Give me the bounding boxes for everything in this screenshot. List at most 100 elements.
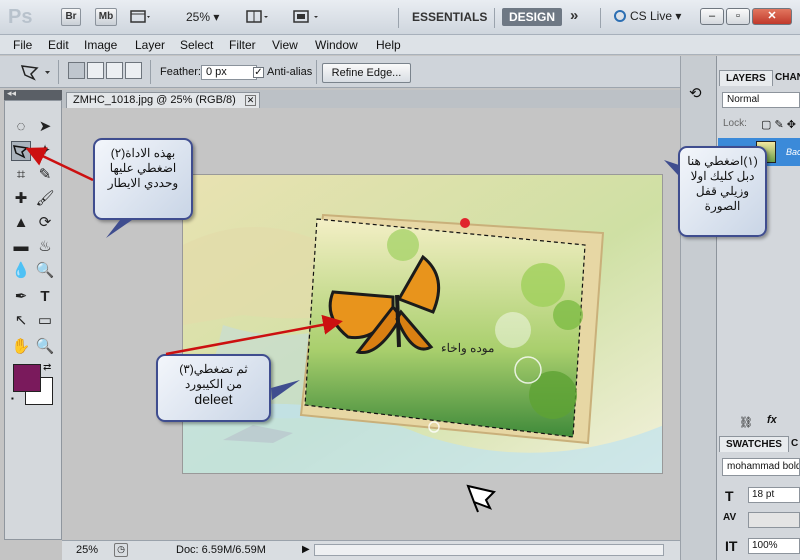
butterfly-photo	[183, 175, 662, 473]
document-image[interactable]: موده واخاء	[182, 174, 663, 474]
layer-name[interactable]: Bac	[786, 147, 800, 157]
eraser-tool[interactable]: ▬	[11, 237, 31, 257]
bridge-button[interactable]: Br	[61, 8, 81, 26]
clone-stamp-tool[interactable]: ▲	[11, 213, 31, 233]
menu-layer[interactable]: Layer	[135, 38, 165, 52]
font-family-field[interactable]: mohammad bold	[722, 458, 800, 476]
blur-tool[interactable]: 💧	[11, 261, 31, 281]
callout-step-3-line-2: من الكيبورد	[184, 377, 243, 391]
tab-swatches[interactable]: SWATCHES	[719, 436, 789, 452]
lasso-cursor-icon	[466, 484, 496, 513]
more-workspaces-button[interactable]: »	[570, 7, 578, 24]
workspace-essentials[interactable]: ESSENTIALS	[412, 10, 487, 24]
status-info-icon[interactable]: ◷	[114, 543, 128, 557]
view-extras-button[interactable]	[130, 9, 152, 25]
layer-link-icon[interactable]: ⛓	[739, 416, 753, 429]
paint-bucket-tool[interactable]: ♨	[35, 237, 55, 257]
view-extras-icon	[130, 10, 150, 23]
menu-edit[interactable]: Edit	[48, 38, 69, 52]
menu-select[interactable]: Select	[180, 38, 213, 52]
cs-live-menu[interactable]: CS Live ▾	[614, 9, 681, 23]
refine-edge-button[interactable]: Refine Edge...	[322, 63, 411, 83]
subtract-from-selection-mode[interactable]	[106, 62, 123, 79]
feather-input[interactable]: 0 px	[201, 65, 257, 80]
tab-character[interactable]: C	[785, 436, 800, 451]
font-size-icon: T	[725, 488, 734, 504]
menu-view[interactable]: View	[272, 38, 298, 52]
close-document-icon[interactable]: ✕	[245, 95, 256, 106]
workspace-design[interactable]: DESIGN	[502, 8, 563, 26]
screen-mode-icon	[293, 10, 318, 23]
foreground-color-swatch[interactable]	[13, 364, 41, 392]
hand-tool[interactable]: ✋	[11, 337, 31, 357]
pen-tool[interactable]: ✒	[11, 287, 31, 307]
healing-brush-tool[interactable]: ✚	[11, 189, 31, 209]
mini-bridge-button[interactable]: Mb	[95, 8, 117, 26]
application-bar: Ps Br Mb 25% ▾ ESSENTIALS DESIGN » CS Li…	[0, 0, 800, 35]
vertical-scale-field[interactable]: 100%	[748, 538, 800, 554]
appbar-separator	[600, 8, 601, 28]
tab-layers[interactable]: LAYERS	[719, 70, 773, 86]
polygonal-lasso-tool[interactable]	[11, 141, 31, 161]
callout-step-3-line-1: ثم تضغطي(٣)	[179, 362, 248, 376]
restore-button[interactable]: ▫	[726, 8, 750, 25]
document-size-info: Doc: 6.59M/6.59M	[176, 544, 266, 556]
layer-fx-icon[interactable]: fx	[767, 414, 777, 426]
dodge-tool[interactable]: 🔍	[35, 261, 55, 281]
chevron-down-icon: ▾	[675, 9, 682, 23]
history-panel-icon[interactable]: ⟲	[689, 84, 702, 102]
new-selection-mode[interactable]	[68, 62, 85, 79]
callout-step-3: ثم تضغطي(٣) من الكيبورد deleet	[156, 354, 271, 422]
menu-help[interactable]: Help	[376, 38, 401, 52]
cs-live-icon	[614, 10, 626, 22]
anti-alias-checkbox[interactable]: ✓	[253, 67, 264, 78]
default-colors-icon[interactable]: ▪	[11, 394, 14, 403]
photo-caption: موده واخاء	[441, 341, 495, 355]
tool-preset-picker[interactable]	[19, 62, 55, 82]
polygonal-lasso-cursor	[466, 484, 498, 517]
arrange-documents-button[interactable]	[246, 9, 270, 25]
marquee-tool[interactable]: ◌	[11, 117, 31, 137]
lock-label: Lock:	[723, 118, 747, 129]
menu-image[interactable]: Image	[84, 38, 117, 52]
intersect-selection-mode[interactable]	[125, 62, 142, 79]
eyedropper-tool[interactable]: ✎	[35, 165, 55, 185]
tab-channels[interactable]: CHAN	[769, 70, 800, 85]
crop-tool[interactable]: ⌗	[11, 165, 31, 185]
options-bar: Feather: 0 px ✓ Anti-alias Refine Edge..…	[0, 56, 680, 88]
collapse-icon: ◂◂	[7, 88, 17, 98]
swap-colors-icon[interactable]: ⇄	[43, 362, 51, 373]
font-size-field[interactable]: 18 pt	[748, 487, 800, 503]
menu-filter[interactable]: Filter	[229, 38, 256, 52]
status-menu-icon[interactable]: ▶	[302, 544, 310, 555]
minimize-button[interactable]: –	[700, 8, 724, 25]
callout-step-2: بهذه الاداة(٢) اضغطي عليها وحددي الايطار	[93, 138, 193, 220]
history-brush-tool[interactable]: ⟳	[35, 213, 55, 233]
brush-tool[interactable]: 🖌	[35, 189, 55, 209]
shape-tool[interactable]: ▭	[35, 311, 55, 331]
options-separator	[316, 60, 317, 84]
zoom-level-dropdown[interactable]: 25% ▾	[186, 10, 219, 24]
tracking-field[interactable]	[748, 512, 800, 528]
path-selection-tool[interactable]: ↖	[11, 311, 31, 331]
lock-icons[interactable]: ▢ ✎ ✥	[761, 118, 796, 131]
add-to-selection-mode[interactable]	[87, 62, 104, 79]
zoom-tool[interactable]: 🔍	[35, 337, 55, 357]
move-tool[interactable]: ➤	[35, 117, 55, 137]
horizontal-scrollbar[interactable]	[314, 544, 664, 556]
blend-mode-select[interactable]: Normal	[722, 92, 800, 108]
chevron-down-icon: ▾	[213, 10, 220, 24]
photoshop-logo: Ps	[8, 6, 33, 28]
close-window-button[interactable]: ✕	[752, 8, 792, 25]
magic-wand-tool[interactable]: ✦	[35, 141, 55, 161]
appbar-separator	[398, 8, 399, 28]
type-tool[interactable]: T	[35, 287, 55, 307]
tools-panel-header[interactable]: ◂◂	[4, 88, 62, 100]
layers-panel: LAYERS CHAN Lock: ▢ ✎ ✥ ⛓ fx	[716, 56, 800, 432]
screen-mode-button[interactable]	[292, 9, 326, 25]
status-zoom-level[interactable]: 25%	[76, 544, 98, 556]
document-tab[interactable]: ZMHC_1018.jpg @ 25% (RGB/8) ✕	[66, 92, 260, 108]
anti-alias-label: Anti-alias	[267, 66, 313, 78]
menu-window[interactable]: Window	[315, 38, 358, 52]
menu-file[interactable]: File	[13, 38, 32, 52]
